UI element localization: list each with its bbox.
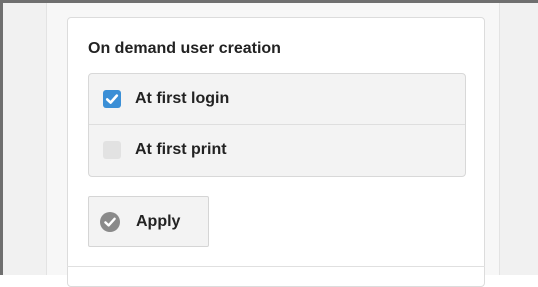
option-label-at-first-print: At first print [135,141,227,158]
option-label-at-first-login: At first login [135,90,230,107]
checkbox-at-first-print[interactable] [103,141,121,159]
option-at-first-print[interactable]: At first print [89,125,465,176]
check-circle-icon [100,212,120,232]
right-column-background [499,3,538,275]
check-icon [105,94,119,104]
option-at-first-login[interactable]: At first login [89,74,465,125]
left-column-background [3,3,47,275]
apply-button[interactable]: Apply [88,196,209,247]
section-title: On demand user creation [88,40,281,57]
apply-label: Apply [136,213,181,230]
checkbox-at-first-login[interactable] [103,90,121,108]
options-list: At first login At first print [88,73,466,177]
panel-divider [67,266,485,267]
